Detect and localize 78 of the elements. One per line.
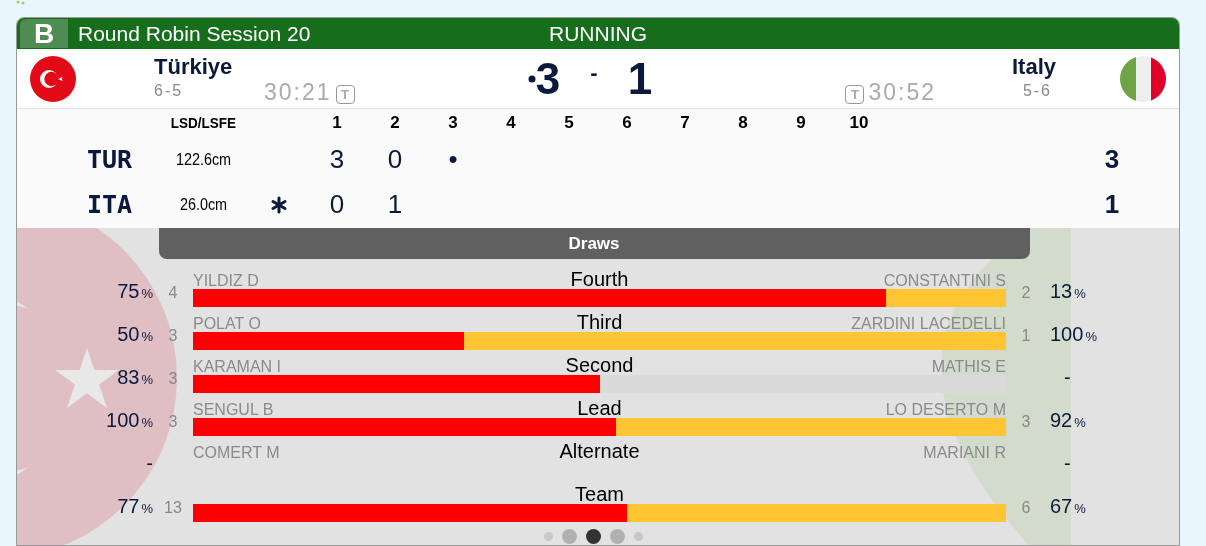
position-label: Fourth (570, 269, 629, 289)
team-name: Türkiye (154, 54, 234, 79)
italian-flag-icon (1120, 55, 1166, 102)
right-count: 3 (1021, 412, 1031, 432)
right-percentage: 13% (1050, 279, 1086, 304)
end-number: 2 (389, 112, 401, 135)
end-number: 3 (447, 112, 459, 135)
total-score: 3 (1103, 143, 1121, 176)
position-label: Third (576, 312, 623, 332)
game-clock: 30:21 (264, 81, 332, 104)
total-score: 1 (1103, 188, 1121, 221)
left-count: 3 (168, 412, 178, 432)
position-label: Second (565, 355, 634, 375)
turkish-flag-icon (30, 55, 76, 102)
left-percentage: - (146, 451, 153, 476)
game-clock: 30:52 (868, 81, 936, 104)
end-number: 5 (563, 112, 575, 135)
session-title: Round Robin Session 20 (78, 21, 311, 47)
end-number: 6 (621, 112, 633, 135)
team-record: 5-6 (1022, 80, 1052, 101)
player-name: MATHIS E (931, 359, 1006, 375)
end-number: 4 (505, 112, 517, 135)
end-number: 8 (737, 112, 749, 135)
left-count: 4 (168, 283, 178, 303)
position-label: Lead (577, 398, 622, 418)
player-name: COMERT M (193, 445, 280, 461)
timeout-badge: T (335, 85, 355, 104)
dots-icon (16, 0, 26, 6)
player-name: MARIANI R (923, 445, 1006, 461)
team-score: 1 (627, 56, 653, 101)
player-name: KARAMAN I (193, 359, 281, 375)
team-score: 3 (535, 56, 561, 101)
player-name: CONSTANTINI S (883, 273, 1006, 289)
player-name: SENGUL B (193, 402, 274, 418)
right-percentage: 92% (1050, 408, 1086, 433)
end-number: 9 (795, 112, 807, 135)
right-percentage: - (1063, 365, 1071, 390)
team-record: 6-5 (154, 80, 185, 101)
timeout-badge: T (845, 85, 865, 104)
end-score: 3 (328, 143, 346, 176)
player-name: LO DESERTO M (885, 402, 1006, 418)
right-percentage: 100% (1050, 322, 1097, 347)
score-separator: - (590, 59, 598, 87)
team-code: TUR (87, 143, 134, 176)
end-number: 10 (848, 112, 870, 135)
right-count: 6 (1021, 498, 1031, 518)
left-percentage: 75% (117, 279, 153, 304)
hammer-dot-icon (527, 74, 536, 83)
player-name: YILDIZ D (193, 273, 259, 289)
left-percentage: 83% (117, 365, 153, 390)
lsd-distance: 26.0cm (178, 194, 229, 215)
end-score: 1 (386, 188, 404, 221)
player-name: ZARDINI LACEDELLI (851, 316, 1006, 332)
position-label: Team (575, 484, 624, 504)
sheet-badge: B (20, 19, 68, 49)
left-percentage: 77% (117, 494, 153, 519)
team-name: Italy (1011, 54, 1056, 79)
right-count: 1 (1021, 326, 1031, 346)
left-count: 3 (168, 326, 178, 346)
right-count: 2 (1021, 283, 1031, 303)
end-score: 0 (328, 188, 346, 221)
left-count: 3 (168, 369, 178, 389)
player-name: POLAT O (193, 316, 261, 332)
draws-heading: Draws (158, 228, 1030, 259)
left-percentage: 100% (106, 408, 153, 433)
lsd-distance: 122.6cm (174, 149, 233, 170)
right-percentage: - (1063, 451, 1071, 476)
game-status: RUNNING (549, 21, 647, 47)
position-label: Alternate (559, 441, 640, 461)
end-score: 0 (386, 143, 404, 176)
end-number: 1 (331, 112, 343, 135)
right-percentage: 67% (1050, 494, 1086, 519)
end-number: 7 (679, 112, 691, 135)
end-score: • (447, 143, 459, 176)
lsd-heading: LSD/LSFE (169, 112, 238, 133)
left-percentage: 50% (117, 322, 153, 347)
team-code: ITA (87, 188, 134, 221)
left-count: 13 (164, 498, 182, 518)
